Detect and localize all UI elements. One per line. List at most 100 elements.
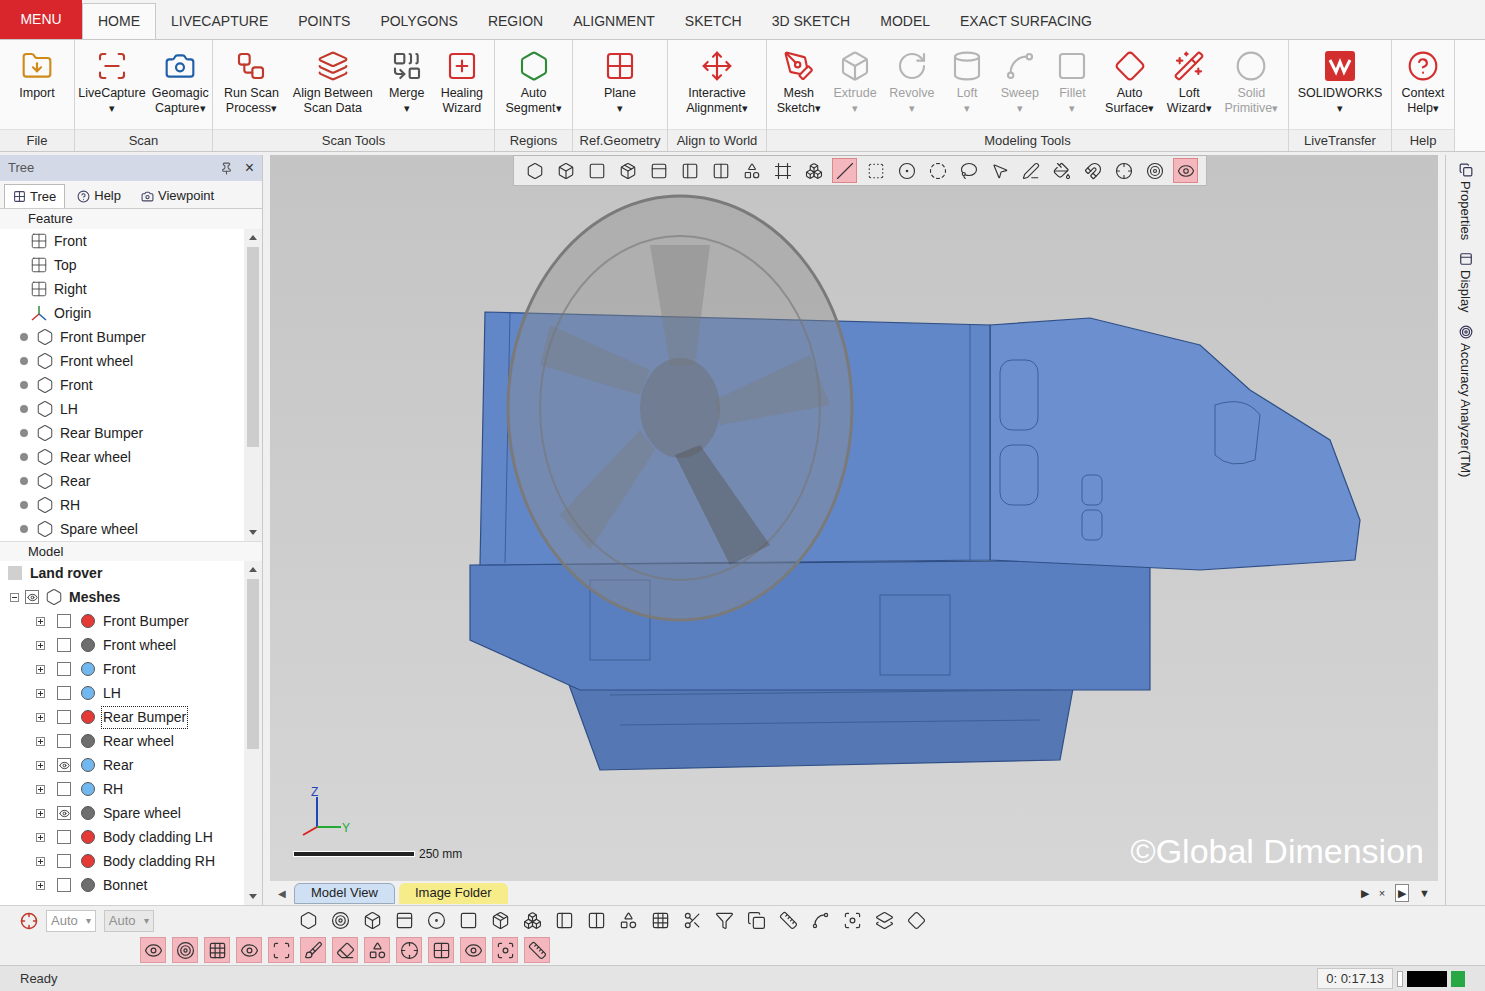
- tree-row[interactable]: Rear Bumper: [0, 705, 244, 729]
- view-tool-button[interactable]: [1018, 158, 1043, 183]
- menu-button[interactable]: MENU: [0, 0, 82, 39]
- scrollbar-thumb[interactable]: [247, 579, 259, 749]
- tree-row[interactable]: Body cladding LH: [0, 825, 244, 849]
- view-tool-button[interactable]: [832, 158, 857, 183]
- ribbon-tab[interactable]: ALIGNMENT: [558, 3, 670, 39]
- viewport[interactable]: ZY250 mm©Global Dimension: [270, 155, 1438, 881]
- scroll-left-button[interactable]: ◀: [274, 886, 290, 901]
- dropdown-arrow[interactable]: ▾: [1069, 101, 1075, 116]
- side-tab[interactable]: Display: [1456, 252, 1476, 313]
- ribbon-button[interactable]: HealingWizard: [438, 40, 486, 129]
- tree-node[interactable]: Meshes: [0, 585, 244, 609]
- ribbon-tab[interactable]: HOME: [82, 3, 156, 39]
- tree-row[interactable]: Spare wheel: [0, 801, 244, 825]
- auto-dropdown[interactable]: Auto▾: [104, 910, 154, 932]
- view-tool-button[interactable]: [925, 158, 950, 183]
- visibility-checkbox[interactable]: [57, 638, 71, 652]
- tree-row[interactable]: Front: [0, 657, 244, 681]
- view-tool-button[interactable]: [522, 158, 547, 183]
- ribbon-button[interactable]: ContextHelp▾: [1398, 40, 1447, 129]
- toolbar-button[interactable]: [172, 937, 198, 963]
- visibility-checkbox[interactable]: [57, 710, 71, 724]
- ribbon-tab[interactable]: POLYGONS: [365, 3, 473, 39]
- ribbon-button[interactable]: Align BetweenScan Data: [290, 40, 376, 129]
- panel-tab[interactable]: Help: [69, 184, 129, 208]
- arrow-down-icon[interactable]: [248, 892, 258, 901]
- ribbon-tab[interactable]: REGION: [473, 3, 558, 39]
- visibility-checkbox[interactable]: [57, 830, 71, 844]
- visibility-checkbox[interactable]: [57, 686, 71, 700]
- ribbon-button[interactable]: LiveCapture▾: [75, 40, 148, 129]
- close-button[interactable]: ×: [245, 160, 254, 176]
- view-tool-button[interactable]: [1142, 158, 1167, 183]
- ribbon-tab[interactable]: 3D SKETCH: [757, 3, 866, 39]
- toolbar-button[interactable]: [428, 937, 454, 963]
- feature-item[interactable]: LH: [0, 397, 244, 421]
- view-tab[interactable]: Model View: [294, 883, 395, 904]
- feature-item[interactable]: Rear wheel: [0, 445, 244, 469]
- tree-row[interactable]: Rear wheel: [0, 729, 244, 753]
- ribbon-button[interactable]: MeshSketch▾: [774, 40, 824, 129]
- toolbar-button[interactable]: [460, 937, 486, 963]
- ribbon-tab[interactable]: MODEL: [865, 3, 945, 39]
- toolbar-button[interactable]: [711, 908, 737, 934]
- view-tool-button[interactable]: [615, 158, 640, 183]
- panel-tab[interactable]: Viewpoint: [133, 184, 222, 208]
- feature-item[interactable]: RH: [0, 493, 244, 517]
- arrow-up-icon[interactable]: [248, 565, 258, 574]
- dropdown-arrow[interactable]: ▾: [909, 101, 915, 116]
- visibility-checkbox[interactable]: [57, 782, 71, 796]
- ribbon-button[interactable]: AutoSurface▾: [1102, 40, 1157, 129]
- arrow-down-icon[interactable]: [248, 528, 258, 537]
- view-tool-button[interactable]: [894, 158, 919, 183]
- feature-item[interactable]: Right: [0, 277, 244, 301]
- ribbon-button[interactable]: Extrude▾: [831, 40, 880, 129]
- expand-toggle[interactable]: [36, 665, 45, 674]
- dropdown-arrow[interactable]: ▾: [109, 101, 115, 116]
- dropdown-arrow[interactable]: ▾: [964, 101, 970, 116]
- eye-icon[interactable]: [27, 592, 38, 603]
- view-tool-button[interactable]: [1080, 158, 1105, 183]
- expand-toggle[interactable]: [36, 809, 45, 818]
- view-tool-button[interactable]: [708, 158, 733, 183]
- dropdown-arrow[interactable]: ▾: [404, 101, 410, 116]
- expand-toggle[interactable]: [36, 761, 45, 770]
- view-tool-button[interactable]: [863, 158, 888, 183]
- ribbon-button[interactable]: Sweep▾: [997, 40, 1043, 129]
- view-nav-button[interactable]: ×: [1379, 885, 1385, 902]
- toolbar-button[interactable]: [615, 908, 641, 934]
- toolbar-button[interactable]: [492, 937, 518, 963]
- expand-toggle[interactable]: [36, 713, 45, 722]
- ribbon-button[interactable]: Loft▾: [944, 40, 990, 129]
- toolbar-button[interactable]: [236, 937, 262, 963]
- feature-item[interactable]: Front: [0, 229, 244, 253]
- feature-item[interactable]: Rear: [0, 469, 244, 493]
- panel-tab[interactable]: Tree: [4, 184, 65, 208]
- feature-item[interactable]: Rear Bumper: [0, 421, 244, 445]
- tree-row[interactable]: Bonnet: [0, 873, 244, 897]
- dropdown-arrow[interactable]: ▾: [617, 101, 623, 116]
- visibility-checkbox[interactable]: [57, 878, 71, 892]
- ribbon-button[interactable]: Fillet▾: [1049, 40, 1095, 129]
- view-tool-button[interactable]: [584, 158, 609, 183]
- tree-row[interactable]: RH: [0, 777, 244, 801]
- tree-row[interactable]: LH: [0, 681, 244, 705]
- expand-toggle[interactable]: [36, 641, 45, 650]
- expand-toggle[interactable]: [36, 689, 45, 698]
- ribbon-button[interactable]: Import: [14, 40, 60, 129]
- view-tool-button[interactable]: [1173, 158, 1198, 183]
- ribbon-button[interactable]: Plane▾: [597, 40, 643, 129]
- view-tool-button[interactable]: [801, 158, 826, 183]
- ribbon-button[interactable]: SolidPrimitive▾: [1221, 40, 1281, 129]
- toolbar-button[interactable]: [647, 908, 673, 934]
- view-tool-button[interactable]: [1111, 158, 1136, 183]
- view-tool-button[interactable]: [739, 158, 764, 183]
- view-tool-button[interactable]: [646, 158, 671, 183]
- toolbar-button[interactable]: [396, 937, 422, 963]
- toolbar-button[interactable]: [871, 908, 897, 934]
- feature-item[interactable]: Front wheel: [0, 349, 244, 373]
- toolbar-button[interactable]: [295, 908, 321, 934]
- ribbon-button[interactable]: AutoSegment▾: [502, 40, 564, 129]
- visibility-checkbox[interactable]: [57, 854, 71, 868]
- toolbar-button[interactable]: [743, 908, 769, 934]
